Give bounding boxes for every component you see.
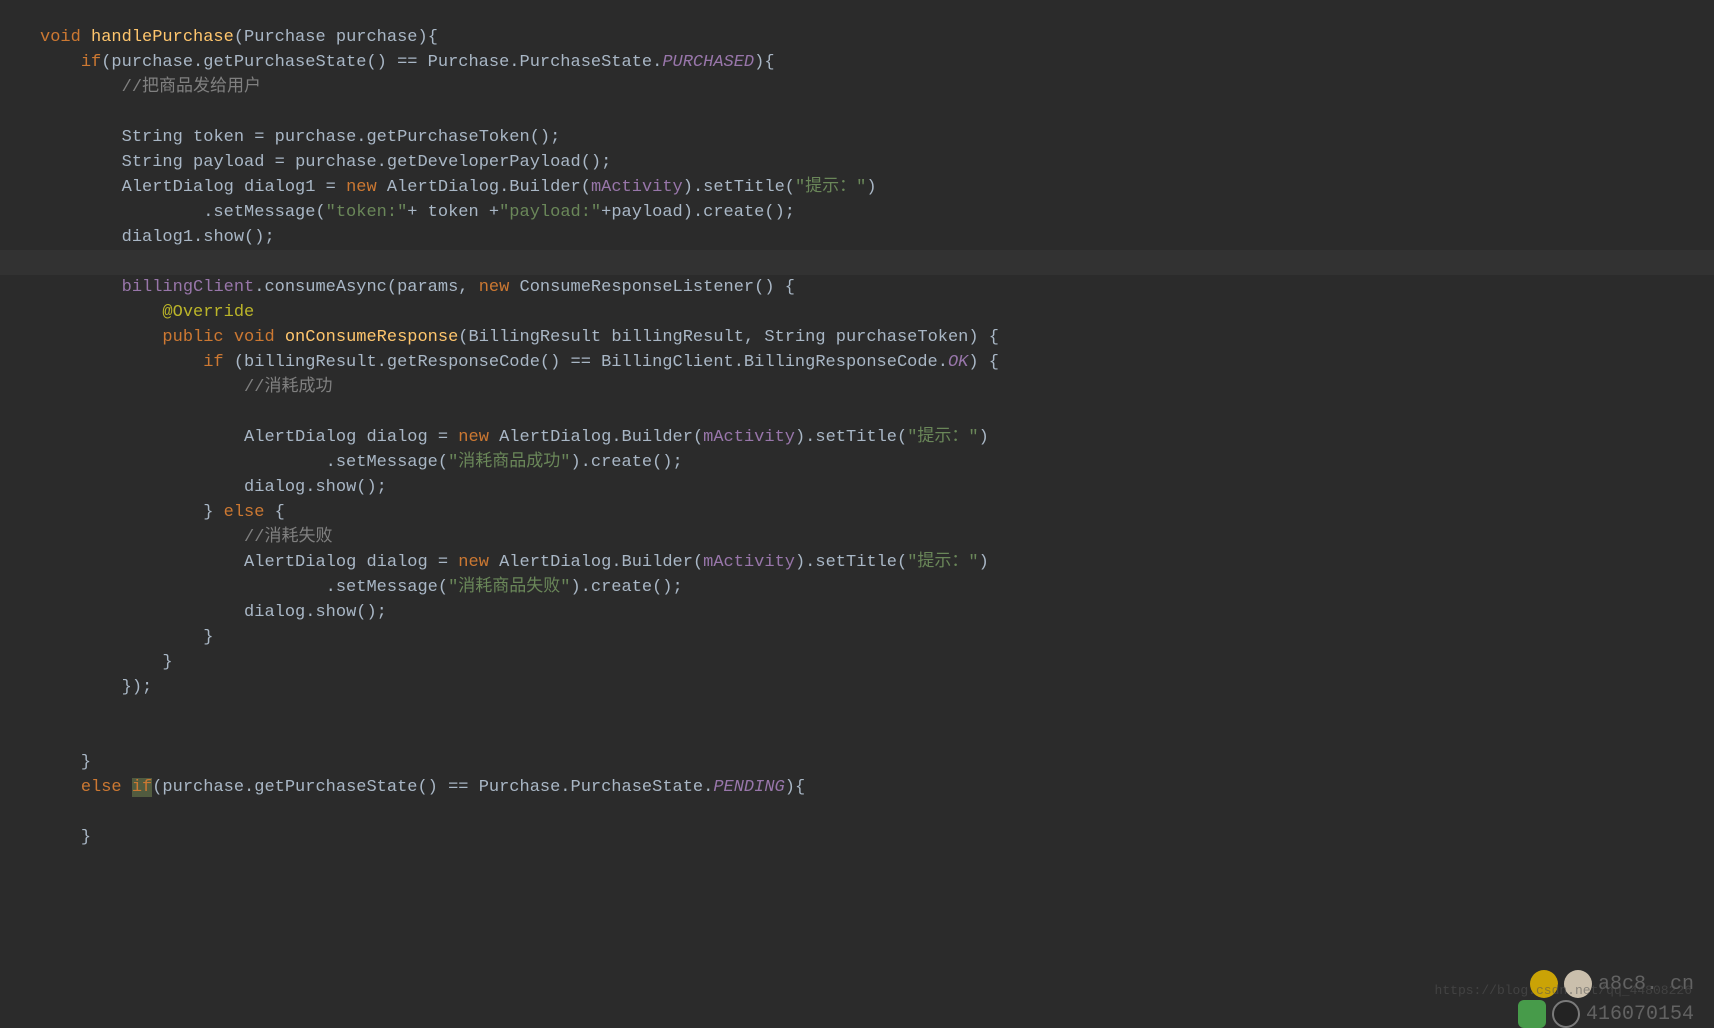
code-line: public void onConsumeResponse(BillingRes… xyxy=(40,328,999,347)
code-line: if(purchase.getPurchaseState() == Purcha… xyxy=(40,53,775,72)
code-line: dialog.show(); xyxy=(40,603,387,622)
code-line: //消耗成功 xyxy=(40,378,332,397)
watermark-text: 416070154 xyxy=(1586,1002,1694,1027)
code-line: dialog.show(); xyxy=(40,478,387,497)
code-line: AlertDialog dialog1 = new AlertDialog.Bu… xyxy=(40,178,877,197)
code-line: AlertDialog dialog = new AlertDialog.Bui… xyxy=(40,553,989,572)
watermark-icon xyxy=(1518,1000,1546,1028)
code-line: AlertDialog dialog = new AlertDialog.Bui… xyxy=(40,428,989,447)
code-line: .setMessage("消耗商品成功").create(); xyxy=(40,453,683,472)
code-line: .setMessage("消耗商品失败").create(); xyxy=(40,578,683,597)
code-line: }); xyxy=(40,678,152,697)
code-line: } xyxy=(40,653,173,672)
watermark-url: https://blog.csdn.net/qq_44808226 xyxy=(1435,978,1692,1003)
code-line: } xyxy=(40,753,91,772)
code-line: .setMessage("token:"+ token +"payload:"+… xyxy=(40,203,795,222)
code-line: //消耗失败 xyxy=(40,528,332,547)
code-line: else if(purchase.getPurchaseState() == P… xyxy=(40,778,805,797)
code-line: } xyxy=(40,828,91,847)
code-line: //把商品发给用户 xyxy=(40,78,261,97)
code-line: billingClient.consumeAsync(params, new C… xyxy=(40,278,795,297)
code-line: void handlePurchase(Purchase purchase){ xyxy=(40,28,438,47)
code-editor[interactable]: void handlePurchase(Purchase purchase){ … xyxy=(0,0,1714,850)
code-line: @Override xyxy=(40,303,254,322)
code-line: String token = purchase.getPurchaseToken… xyxy=(40,128,560,147)
code-line: if (billingResult.getResponseCode() == B… xyxy=(40,353,999,372)
code-line: dialog1.show(); xyxy=(40,228,275,247)
watermark: 416070154 xyxy=(1518,1000,1694,1028)
watermark-icon xyxy=(1552,1000,1580,1028)
code-line: String payload = purchase.getDeveloperPa… xyxy=(40,153,611,172)
code-line: } else { xyxy=(40,503,285,522)
code-line: } xyxy=(40,628,213,647)
